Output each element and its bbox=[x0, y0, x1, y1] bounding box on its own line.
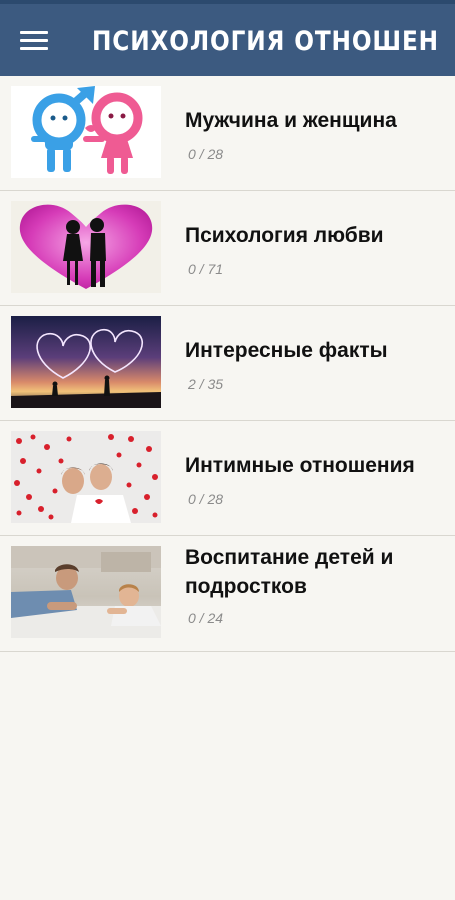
kissing-couple-heart-image bbox=[11, 201, 161, 293]
list-item-title: Интимные отношения bbox=[185, 454, 415, 477]
list-item-intimate-relations[interactable]: Интимные отношения 0 / 28 bbox=[0, 421, 455, 536]
list-item-progress: 0 / 71 bbox=[188, 261, 224, 277]
menu-line bbox=[20, 39, 48, 42]
list-item-title: Мужчина и женщина bbox=[185, 109, 397, 132]
list-item-title: Воспитание детей и подростков bbox=[185, 546, 394, 598]
category-list: Мужчина и женщина 0 / 28 Психология любв… bbox=[0, 76, 455, 652]
list-item-man-and-woman[interactable]: Мужчина и женщина 0 / 28 bbox=[0, 76, 455, 191]
list-item-progress: 0 / 24 bbox=[188, 610, 224, 626]
app-bar: ПСИХОЛОГИЯ ОТНОШЕН... bbox=[0, 4, 455, 76]
menu-line bbox=[20, 31, 48, 34]
sunset-hearts-couple-image bbox=[11, 316, 161, 408]
hamburger-menu-icon[interactable] bbox=[16, 22, 52, 58]
list-item-progress: 0 / 28 bbox=[188, 146, 224, 162]
app-title: ПСИХОЛОГИЯ ОТНОШЕН... bbox=[92, 26, 441, 57]
couple-rose-petals-image bbox=[11, 431, 161, 523]
list-item-title: Психология любви bbox=[185, 224, 384, 247]
list-item-psychology-of-love[interactable]: Психология любви 0 / 71 bbox=[0, 191, 455, 306]
list-item-raising-children[interactable]: Воспитание детей и подростков 0 / 24 bbox=[0, 536, 455, 652]
list-item-progress: 0 / 28 bbox=[188, 491, 224, 507]
menu-line bbox=[20, 47, 48, 50]
list-item-title: Интересные факты bbox=[185, 339, 388, 362]
gender-symbols-image bbox=[11, 86, 161, 178]
father-son-floor-image bbox=[11, 546, 161, 638]
list-item-interesting-facts[interactable]: Интересные факты 2 / 35 bbox=[0, 306, 455, 421]
list-item-progress: 2 / 35 bbox=[188, 376, 224, 392]
